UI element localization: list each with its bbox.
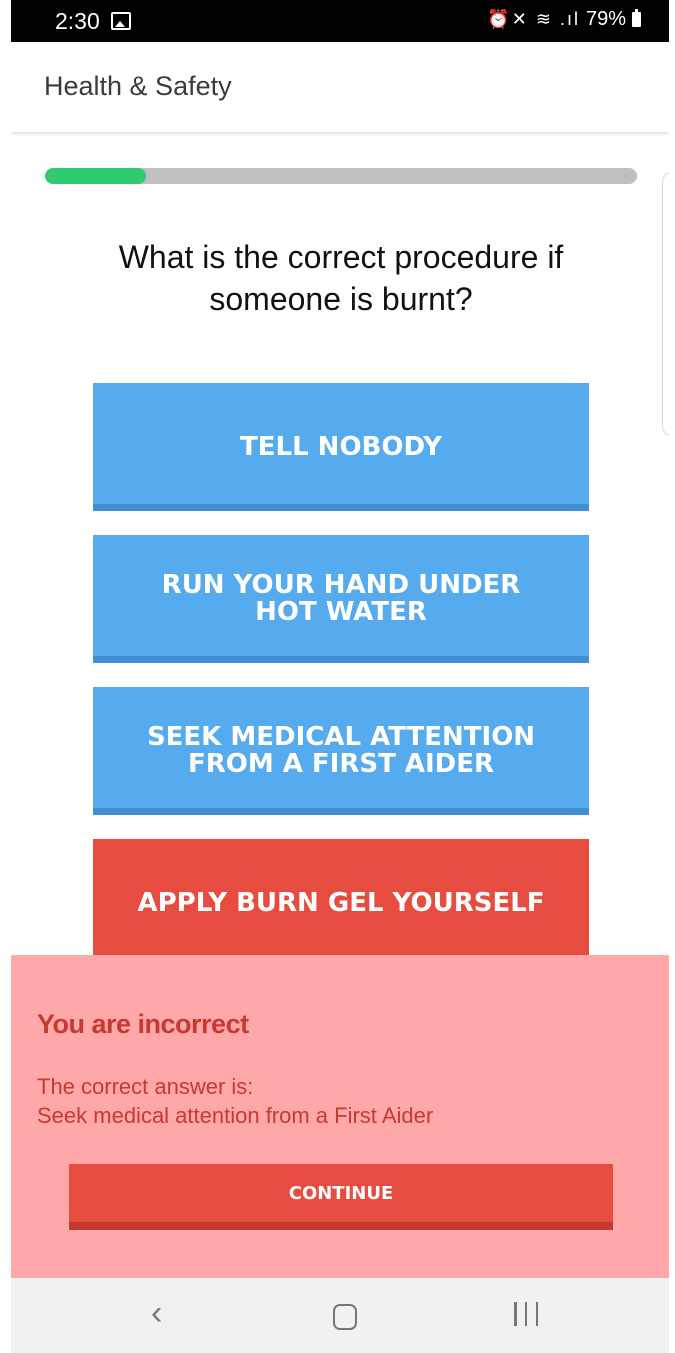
- quiz-progress-fill: [45, 168, 146, 184]
- answer-button-seek-medical-attention[interactable]: SEEK MEDICAL ATTENTION FROM A FIRST AIDE…: [93, 687, 589, 815]
- battery-level: 79%: [585, 8, 626, 30]
- gallery-icon: [111, 12, 131, 30]
- question-text: What is the correct procedure if someone…: [118, 239, 564, 317]
- answer-label: RUN YOUR HAND UNDER HOT WATER: [161, 570, 521, 627]
- feedback-line-2: Seek medical attention from a First Aide…: [37, 1103, 434, 1128]
- recent-apps-icon[interactable]: [514, 1302, 538, 1326]
- page-title: Health & Safety: [44, 71, 232, 101]
- answer-button-apply-burn-gel[interactable]: APPLY BURN GEL YOURSELF: [93, 839, 589, 967]
- status-indicators: ⏰✕ ≋ .ıl 79%: [487, 8, 641, 31]
- status-bar: 2:30 ⏰✕ ≋ .ıl 79%: [11, 0, 669, 42]
- answer-label: TELL NOBODY: [240, 431, 442, 462]
- continue-button[interactable]: CONTINUE: [69, 1164, 613, 1230]
- feedback-title: You are incorrect: [37, 1009, 249, 1039]
- app-screen: 2:30 ⏰✕ ≋ .ıl 79% Health & Safety What i…: [11, 0, 669, 1353]
- app-bar: Health & Safety: [11, 42, 669, 132]
- answer-label: APPLY BURN GEL YOURSELF: [137, 887, 545, 918]
- feedback-panel: You are incorrect The correct answer is:…: [11, 955, 669, 1278]
- alarm-mute-wifi-signal-icons: ⏰✕ ≋ .ıl: [487, 9, 580, 29]
- answer-button-run-hand-under-hot-water[interactable]: RUN YOUR HAND UNDER HOT WATER: [93, 535, 589, 663]
- quiz-progress-bar: [45, 168, 637, 184]
- battery-icon: [632, 9, 641, 27]
- feedback-message: The correct answer is: Seek medical atte…: [37, 1072, 433, 1130]
- answer-label: SEEK MEDICAL ATTENTION FROM A FIRST AIDE…: [146, 722, 536, 779]
- home-icon[interactable]: [333, 1304, 357, 1330]
- edge-panel-handle[interactable]: [662, 172, 669, 436]
- system-nav-bar: ‹: [11, 1278, 669, 1353]
- answer-button-tell-nobody[interactable]: TELL NOBODY: [93, 383, 589, 511]
- status-time: 2:30: [55, 8, 100, 34]
- back-icon[interactable]: ‹: [151, 1294, 162, 1333]
- feedback-line-1: The correct answer is:: [37, 1074, 254, 1099]
